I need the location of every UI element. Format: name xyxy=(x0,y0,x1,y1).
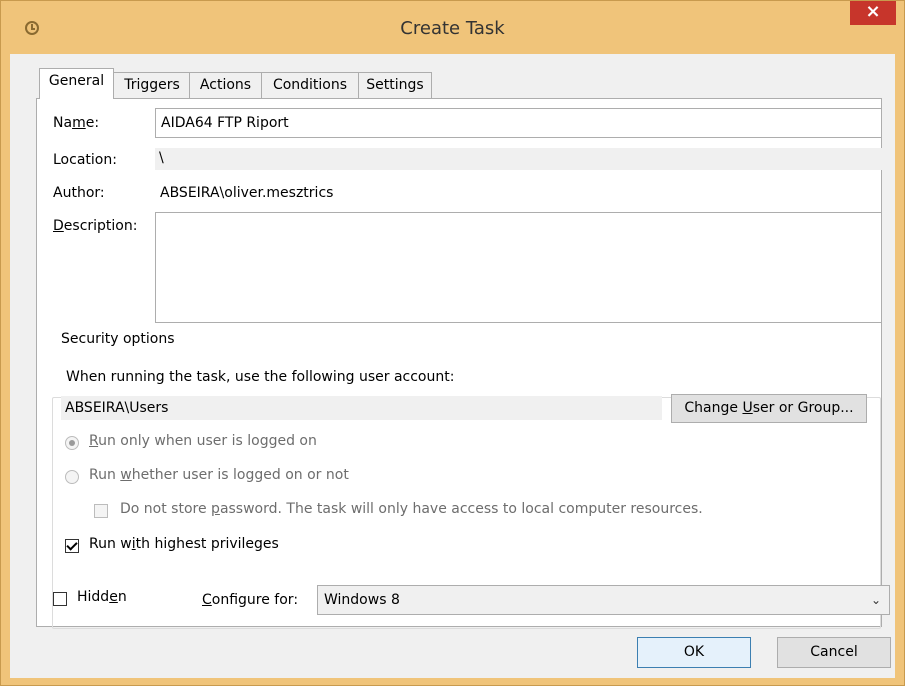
close-button[interactable]: × xyxy=(850,1,896,25)
configure-for-select[interactable]: Windows 8 ⌄ xyxy=(317,585,890,615)
tab-settings[interactable]: Settings xyxy=(358,72,432,98)
do-not-store-password-checkbox[interactable] xyxy=(94,504,108,518)
ok-button[interactable]: OK xyxy=(637,637,751,668)
tab-general[interactable]: General xyxy=(39,68,114,99)
run-only-logged-on-label: Run only when user is logged on xyxy=(89,433,317,449)
location-value: \ xyxy=(155,148,882,170)
dialog-client: General Triggers Actions Conditions Sett… xyxy=(10,54,895,678)
account-prompt: When running the task, use the following… xyxy=(66,369,455,385)
security-options-title: Security options xyxy=(57,331,179,347)
description-field[interactable] xyxy=(155,212,882,323)
location-label: Location: xyxy=(53,152,117,168)
title-bar[interactable]: Create Task × xyxy=(1,1,904,53)
hidden-label: Hidden xyxy=(77,589,127,605)
create-task-window: Create Task × General Triggers Actions C… xyxy=(0,0,905,686)
configure-for-label: Configure for: xyxy=(202,592,299,608)
run-only-logged-on-radio[interactable] xyxy=(65,436,79,450)
tab-triggers[interactable]: Triggers xyxy=(113,72,191,98)
description-label: Description: xyxy=(53,218,138,234)
highest-privileges-checkbox[interactable] xyxy=(65,539,79,553)
change-user-button[interactable]: Change User or Group... xyxy=(671,394,867,423)
hidden-checkbox[interactable] xyxy=(53,592,67,606)
window-title: Create Task xyxy=(400,18,505,39)
run-whether-logged-on-label: Run whether user is logged on or not xyxy=(89,467,349,483)
cancel-button[interactable]: Cancel xyxy=(777,637,891,668)
author-label: Author: xyxy=(53,185,105,201)
chevron-down-icon: ⌄ xyxy=(870,593,881,607)
run-whether-logged-on-radio[interactable] xyxy=(65,470,79,484)
user-account-value: ABSEIRA\Users xyxy=(61,396,662,420)
highest-privileges-label: Run with highest privileges xyxy=(89,536,279,552)
author-value: ABSEIRA\oliver.mesztrics xyxy=(160,185,334,201)
tab-conditions[interactable]: Conditions xyxy=(261,72,359,98)
name-field[interactable]: AIDA64 FTP Riport xyxy=(155,108,882,138)
name-label: Name: xyxy=(53,115,100,131)
tab-actions[interactable]: Actions xyxy=(189,72,262,98)
general-tab-page: Name: AIDA64 FTP Riport Location: \ Auth… xyxy=(36,98,882,629)
configure-for-value: Windows 8 xyxy=(324,592,400,608)
do-not-store-password-label: Do not store password. The task will onl… xyxy=(120,501,703,517)
